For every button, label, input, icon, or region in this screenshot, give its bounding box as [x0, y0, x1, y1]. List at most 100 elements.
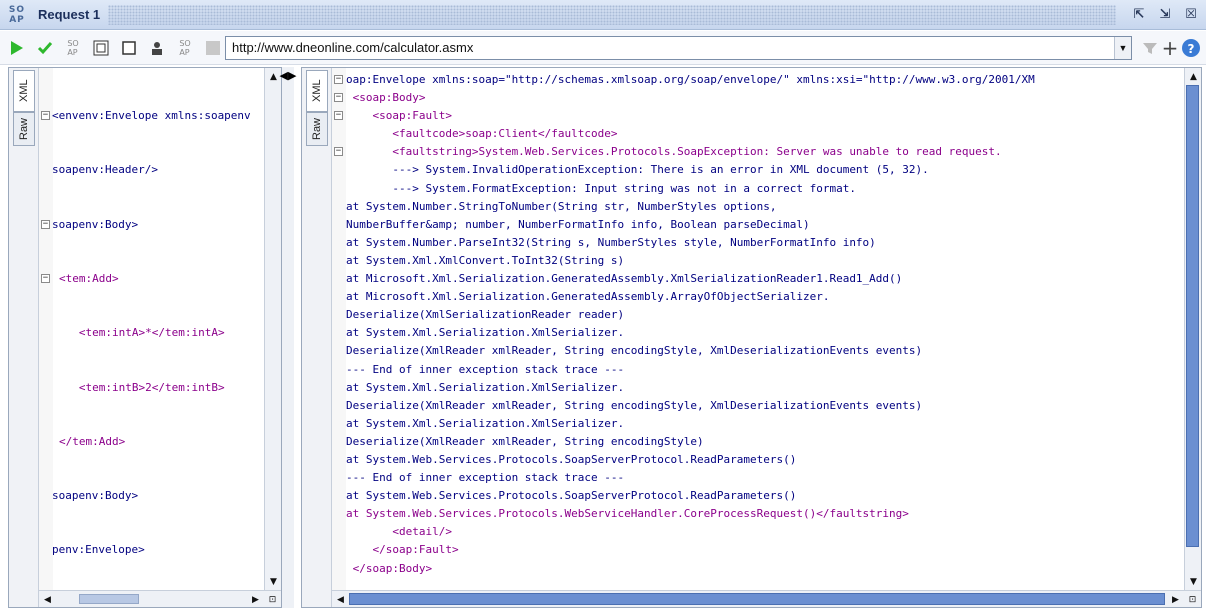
response-editor-panel: XML Raw − oap:Envelope xmlns:soap="http:/…: [301, 67, 1202, 608]
request-horizontal-scrollbar[interactable]: ◀ ▶ ⊡: [39, 590, 281, 607]
close-icon[interactable]: ☒: [1180, 4, 1202, 26]
collapse-icon[interactable]: −: [334, 111, 343, 121]
code-text: ---> System.FormatException: Input strin…: [346, 181, 856, 195]
tab-xml[interactable]: XML: [13, 70, 35, 112]
help-icon[interactable]: ?: [1180, 37, 1202, 59]
code-text: ---> System.InvalidOperationException: T…: [346, 163, 929, 177]
code-text: --- End of inner exception stack trace -…: [346, 471, 625, 485]
code-line: − <envenv:Envelope xmlns:soapenv: [41, 109, 251, 123]
wsdl-icon[interactable]: [90, 37, 112, 59]
scroll-right-icon[interactable]: ▶: [247, 591, 264, 608]
person-icon[interactable]: [146, 37, 168, 59]
title-bar: SO AP Request 1 ⇱ ⇲ ☒: [0, 0, 1206, 30]
code-line: − soapenv:Body>: [41, 217, 139, 231]
collapse-icon[interactable]: −: [41, 274, 50, 284]
code-line: penv:Envelope>: [52, 543, 145, 557]
code-line: − oap:Envelope xmlns:soap="http://schemas…: [334, 71, 1182, 89]
endpoint-url-text: http://www.dneonline.com/calculator.asmx: [232, 40, 474, 55]
collapse-icon[interactable]: −: [334, 147, 343, 157]
code-line: --- End of inner exception stack trace -…: [334, 469, 1182, 487]
response-horizontal-scrollbar[interactable]: ◀ ▶ ⊡: [332, 590, 1201, 607]
code-text: at Microsoft.Xml.Serialization.Generated…: [346, 272, 903, 286]
scroll-thumb[interactable]: [79, 594, 139, 604]
code-line: </tem:Add>: [59, 434, 126, 448]
code-line: at System.Web.Services.Protocols.SoapSer…: [334, 451, 1182, 469]
tab-xml[interactable]: XML: [306, 70, 328, 112]
code-text: NumberBuffer&amp; number, NumberFormatIn…: [346, 217, 810, 231]
code-line: − <faultstring>System.Web.Services.Proto…: [334, 143, 1182, 161]
title-pattern: [108, 4, 1116, 25]
code-text: Deserialize(XmlSerializationReader reade…: [346, 308, 625, 322]
code-line: − <tem:Add>: [41, 272, 119, 286]
tab-raw[interactable]: Raw: [13, 112, 35, 146]
code-text: <soap:Body>: [346, 91, 426, 105]
response-vertical-scrollbar[interactable]: ▲ ▼: [1184, 68, 1201, 607]
check-icon[interactable]: [34, 37, 56, 59]
code-line: at System.Number.ParseInt32(String s, Nu…: [334, 234, 1182, 252]
logo-text-top: SO: [8, 4, 26, 15]
run-icon[interactable]: [6, 37, 28, 59]
request-editor-panel: XML Raw − <envenv:Envelope xmlns:soapenv …: [8, 67, 282, 608]
code-text: </soap:Fault>: [346, 543, 459, 557]
stop-icon[interactable]: [202, 37, 224, 59]
zoom-icon[interactable]: ⊡: [1184, 591, 1201, 608]
request-vertical-scrollbar[interactable]: ▲ ▼: [264, 68, 281, 607]
scroll-right-icon[interactable]: ▶: [1167, 591, 1184, 608]
endpoint-url-field[interactable]: http://www.dneonline.com/calculator.asmx…: [225, 36, 1132, 60]
code-line: at Microsoft.Xml.Serialization.Generated…: [334, 288, 1182, 306]
code-text: at System.Xml.Serialization.XmlSerialize…: [346, 326, 625, 340]
code-text: at Microsoft.Xml.Serialization.Generated…: [346, 290, 830, 304]
code-text: at System.Xml.Serialization.XmlSerialize…: [346, 416, 625, 430]
collapse-icon[interactable]: −: [334, 75, 343, 84]
code-line: Deserialize(XmlReader xmlReader, String …: [334, 433, 1182, 451]
scroll-up-icon[interactable]: ▲: [1185, 68, 1202, 85]
scroll-down-icon[interactable]: ▼: [1185, 573, 1202, 590]
collapse-icon[interactable]: −: [334, 93, 343, 103]
code-line: ---> System.FormatException: Input strin…: [334, 180, 1182, 198]
soap-icon[interactable]: SO AP: [174, 37, 196, 59]
tile-icon[interactable]: ⇲: [1154, 4, 1176, 26]
code-text: at System.Xml.XmlConvert.ToInt32(String …: [346, 253, 625, 267]
soap-icon[interactable]: SO AP: [62, 37, 84, 59]
code-line: ---> System.InvalidOperationException: T…: [334, 161, 1182, 179]
zoom-icon[interactable]: ⊡: [264, 591, 281, 608]
chevron-down-icon[interactable]: ▼: [1114, 37, 1131, 59]
code-line: soapenv:Body>: [52, 489, 139, 503]
code-text: <soap:Fault>: [346, 109, 452, 123]
collapse-icon[interactable]: −: [41, 111, 50, 121]
response-xml-editor[interactable]: − oap:Envelope xmlns:soap="http://schemas…: [334, 71, 1182, 578]
code-text: <faultcode>soap:Client</faultcode>: [346, 127, 618, 141]
scroll-thumb[interactable]: [1186, 85, 1199, 547]
code-text: at System.Number.ParseInt32(String s, Nu…: [346, 235, 876, 249]
svg-text:?: ?: [1188, 42, 1195, 56]
soap-logo-icon: SO AP: [6, 4, 28, 26]
splitter-arrows-icon[interactable]: ◀▶: [280, 69, 297, 608]
tab-raw[interactable]: Raw: [306, 112, 328, 146]
request-xml-editor[interactable]: − <envenv:Envelope xmlns:soapenv soapenv:…: [41, 71, 259, 596]
code-text: Deserialize(XmlReader xmlReader, String …: [346, 398, 923, 412]
code-text: oap:Envelope xmlns:soap="http://schemas.…: [346, 73, 1035, 86]
collapse-icon[interactable]: −: [41, 219, 50, 229]
plus-icon[interactable]: +: [1161, 36, 1179, 60]
code-line: − <soap:Fault>: [334, 107, 1182, 125]
code-line: at System.Web.Services.Protocols.WebServ…: [334, 505, 1182, 523]
code-line: --- End of inner exception stack trace -…: [334, 361, 1182, 379]
code-text: <detail/>: [346, 525, 452, 539]
code-line: soapenv:Header/>: [52, 163, 158, 177]
logo-text-bottom: AP: [9, 14, 25, 25]
scroll-left-icon[interactable]: ◀: [332, 591, 349, 608]
code-line: Deserialize(XmlReader xmlReader, String …: [334, 342, 1182, 360]
detach-icon[interactable]: ⇱: [1128, 4, 1150, 26]
filter-icon[interactable]: [1140, 37, 1160, 59]
code-line: at System.Web.Services.Protocols.SoapSer…: [334, 487, 1182, 505]
code-text: at System.Web.Services.Protocols.WebServ…: [346, 507, 909, 521]
code-line: <tem:intA>*</tem:intA>: [59, 326, 225, 340]
panel-splitter[interactable]: ◀▶: [280, 67, 297, 608]
square-icon[interactable]: [118, 37, 140, 59]
scroll-left-icon[interactable]: ◀: [39, 591, 56, 608]
code-line: at System.Xml.Serialization.XmlSerialize…: [334, 415, 1182, 433]
code-line: </soap:Body>: [334, 560, 1182, 578]
code-line: at System.Xml.Serialization.XmlSerialize…: [334, 324, 1182, 342]
code-line: <faultcode>soap:Client</faultcode>: [334, 125, 1182, 143]
scroll-thumb[interactable]: [349, 593, 1165, 605]
